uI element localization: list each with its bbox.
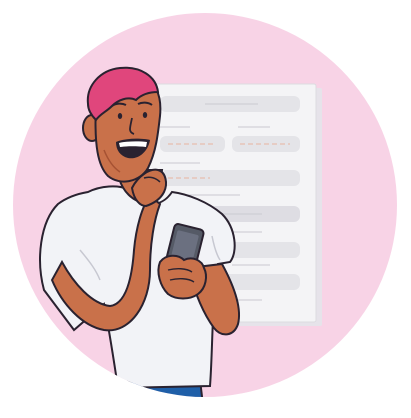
illustration — [0, 0, 411, 413]
phone-hand — [157, 254, 207, 300]
